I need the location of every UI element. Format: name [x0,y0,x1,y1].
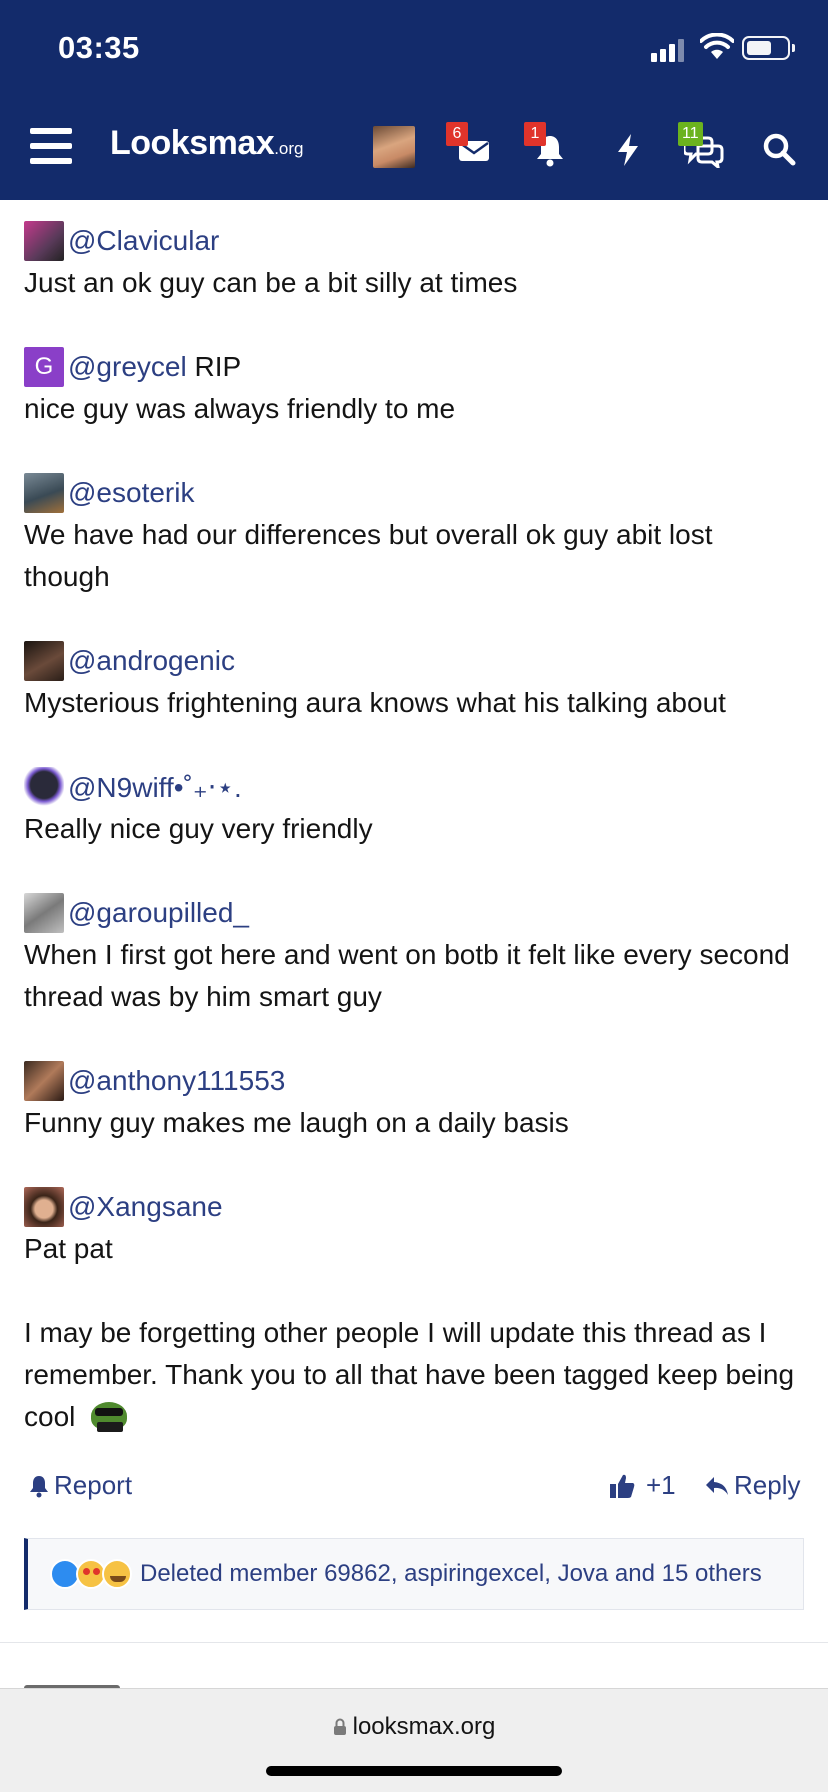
mention-description: Just an ok guy can be a bit silly at tim… [24,267,518,298]
inbox-button[interactable]: 6 [446,122,494,170]
closing-paragraph: I may be forgetting other people I will … [24,1312,804,1438]
avatar[interactable] [24,1061,64,1101]
whats-new-button[interactable] [606,126,650,170]
app-header: 03:35 Looksmax.org 6 1 11 [0,0,828,200]
search-button[interactable] [758,126,802,170]
mention-entry: @Clavicular Just an ok guy can be a bit … [24,220,517,304]
mention-entry: G @greycel RIP nice guy was always frien… [24,346,455,430]
bell-icon [30,1475,48,1497]
conversations-button[interactable]: 11 [678,122,726,170]
pepe-emoji-icon [89,1398,129,1432]
like-count: +1 [646,1470,676,1500]
site-logo[interactable]: Looksmax.org [110,124,303,163]
mention-description: Funny guy makes me laugh on a daily basi… [24,1107,569,1138]
closing-text: I may be forgetting other people I will … [24,1317,795,1432]
mention-description: nice guy was always friendly to me [24,393,456,424]
mention-entry: @androgenic Mysterious frightening aura … [24,640,726,724]
alerts-button[interactable]: 1 [524,122,572,170]
avatar[interactable] [24,1187,64,1227]
bolt-icon [618,134,638,166]
mention-entry: @esoterik We have had our differences bu… [24,472,804,598]
like-button[interactable]: +1 [608,1470,676,1501]
laughing-reaction-icon [102,1559,132,1589]
lock-icon [333,1718,346,1735]
url-text: looksmax.org [352,1713,496,1740]
conversations-badge: 11 [678,122,703,146]
mention-link[interactable]: @esoterik [68,477,194,509]
mention-entry: @N9wiff•˚₊‧⋆. Really nice guy very frien… [24,766,373,850]
mention-link[interactable]: @greycel [68,351,187,383]
mention-entry: @garoupilled_ When I first got here and … [24,892,804,1018]
battery-icon [742,36,795,60]
mention-link[interactable]: @anthony111553 [68,1065,285,1097]
mention-link[interactable]: @Clavicular [68,225,219,257]
cellular-signal-icon [651,38,689,62]
reply-button[interactable]: Reply [704,1470,800,1501]
thumbs-up-icon [610,1474,635,1498]
report-button[interactable]: Report [28,1470,132,1501]
mention-link[interactable]: @garoupilled_ [68,897,249,929]
status-time: 03:35 [58,30,140,65]
mention-link[interactable]: @N9wiff•˚₊‧⋆. [68,771,242,804]
search-icon [763,133,796,166]
alerts-badge: 1 [524,122,546,146]
mention-description: Pat pat [24,1233,113,1264]
url-display[interactable]: looksmax.org [0,1713,828,1741]
report-label: Report [54,1470,133,1500]
mention-description: Really nice guy very friendly [24,813,373,844]
post-actions: Report +1 Reply [28,1462,804,1512]
avatar[interactable]: G [24,347,64,387]
mention-description: When I first got here and went on botb i… [24,939,790,1012]
avatar[interactable] [24,221,64,261]
avatar[interactable] [24,893,64,933]
avatar[interactable] [24,641,64,681]
avatar[interactable] [24,473,64,513]
post-divider [0,1642,828,1643]
reply-arrow-icon [706,1476,728,1495]
browser-url-bar[interactable]: looksmax.org [0,1688,828,1792]
user-avatar-button[interactable] [373,126,415,168]
home-indicator[interactable] [266,1766,562,1776]
avatar[interactable] [24,767,64,807]
inbox-badge: 6 [446,122,468,146]
logo-suffix: .org [274,139,304,158]
mention-entry: @Xangsane Pat pat [24,1186,223,1270]
mention-link[interactable]: @Xangsane [68,1191,223,1223]
reactions-summary[interactable]: Deleted member 69862, aspiringexcel, Jov… [24,1538,804,1610]
menu-button[interactable] [30,128,72,164]
mention-description: Mysterious frightening aura knows what h… [24,687,726,718]
mention-entry: @anthony111553 Funny guy makes me laugh … [24,1060,569,1144]
logo-text: Looksmax [110,124,275,162]
mention-link[interactable]: @androgenic [68,645,235,677]
reply-label: Reply [734,1470,801,1500]
mention-description: We have had our differences but overall … [24,519,713,592]
wifi-icon [700,33,734,59]
mention-suffix: RIP [186,351,242,382]
reactions-summary-text: Deleted member 69862, aspiringexcel, Jov… [140,1560,762,1587]
